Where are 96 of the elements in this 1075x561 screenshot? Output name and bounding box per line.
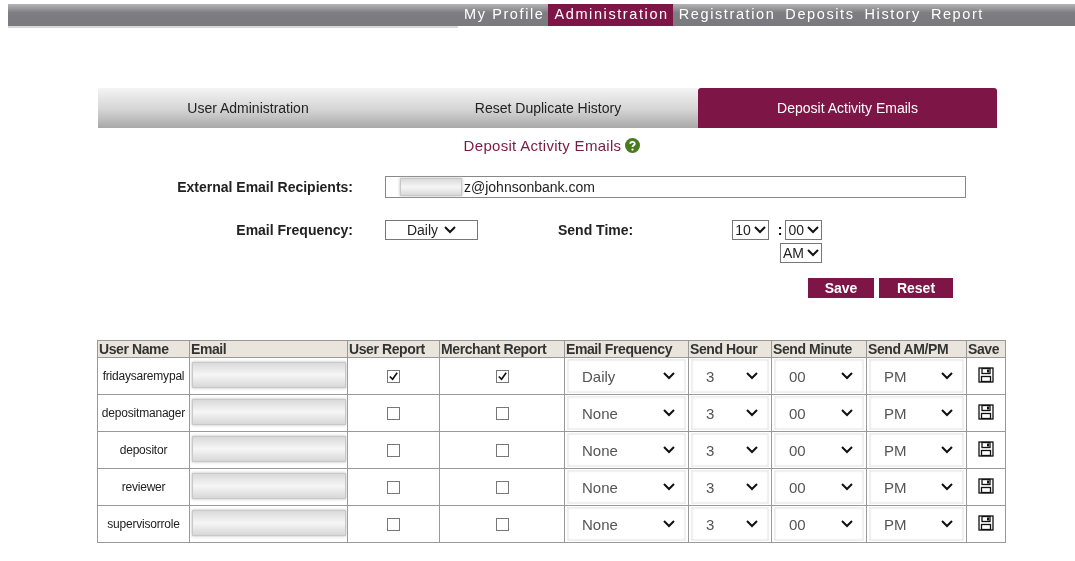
- checkbox[interactable]: [495, 518, 509, 532]
- section-title: Deposit Activity Emails: [463, 137, 622, 154]
- nav-item[interactable]: My Profile: [458, 4, 549, 26]
- nav-item[interactable]: Report: [924, 4, 988, 26]
- column-header: Send Minute: [771, 340, 867, 358]
- ampm-dropdown[interactable]: PM: [869, 396, 964, 430]
- frequency-dropdown[interactable]: None: [567, 470, 686, 504]
- ampm-dropdown[interactable]: PM: [869, 507, 964, 541]
- hour-dropdown[interactable]: 3: [691, 396, 769, 430]
- chevron-down-icon: [941, 409, 953, 417]
- save-icon[interactable]: [978, 440, 994, 457]
- tab[interactable]: Reset Duplicate History: [398, 88, 698, 128]
- save-button[interactable]: Save: [808, 278, 874, 298]
- tab[interactable]: User Administration: [98, 88, 398, 128]
- hour-dropdown[interactable]: 3: [691, 470, 769, 504]
- column-header: Email: [189, 340, 348, 358]
- chevron-down-icon: [444, 226, 457, 234]
- time-separator: :: [777, 222, 783, 238]
- chevron-down-icon: [663, 483, 675, 491]
- chevron-down-icon: [746, 372, 758, 380]
- column-header: Email Frequency: [564, 340, 689, 358]
- chevron-down-icon: [841, 483, 853, 491]
- chevron-down-icon: [663, 520, 675, 528]
- checkbox[interactable]: [387, 444, 400, 458]
- redaction-block: [400, 178, 462, 196]
- checkbox[interactable]: [387, 407, 400, 421]
- field-label: Send Time:: [558, 221, 635, 238]
- chevron-down-icon: [807, 249, 819, 257]
- chevron-down-icon: [746, 520, 758, 528]
- hour-dropdown[interactable]: 3: [691, 507, 769, 541]
- chevron-down-icon: [746, 446, 758, 454]
- frequency-dropdown[interactable]: Daily: [567, 359, 686, 393]
- column-header: Send AM/PM: [866, 340, 967, 358]
- checkbox[interactable]: [387, 370, 400, 384]
- nav-item[interactable]: Registration: [672, 4, 780, 26]
- save-icon[interactable]: [978, 366, 994, 383]
- frequency-dropdown[interactable]: None: [567, 507, 686, 541]
- checkbox[interactable]: [495, 444, 509, 458]
- hour-dropdown[interactable]: 3: [691, 433, 769, 467]
- ampm-dropdown[interactable]: PM: [869, 359, 964, 393]
- frequency-dropdown[interactable]: None: [567, 433, 686, 467]
- nav-item[interactable]: Administration: [548, 4, 673, 26]
- chevron-down-icon: [663, 372, 675, 380]
- chevron-down-icon: [941, 372, 953, 380]
- chevron-down-icon: [746, 409, 758, 417]
- save-icon[interactable]: [978, 403, 994, 420]
- hour-dropdown[interactable]: 10: [732, 220, 769, 240]
- ampm-dropdown[interactable]: PM: [869, 433, 964, 467]
- table-cell: reviewer: [97, 468, 190, 506]
- table-cell: supervisorrole: [97, 505, 190, 543]
- help-icon[interactable]: [625, 138, 641, 153]
- ampm-dropdown[interactable]: AM: [780, 243, 822, 263]
- table-cell: depositmanager: [97, 394, 190, 432]
- ampm-dropdown[interactable]: PM: [869, 470, 964, 504]
- column-header: User Report: [347, 340, 440, 358]
- input-field[interactable]: z@johnsonbank.com: [385, 176, 966, 198]
- checkbox[interactable]: [387, 481, 400, 495]
- minute-dropdown[interactable]: 00: [774, 433, 864, 467]
- hour-dropdown[interactable]: 3: [691, 359, 769, 393]
- frequency-dropdown[interactable]: None: [567, 396, 686, 430]
- minute-dropdown[interactable]: 00: [774, 470, 864, 504]
- chevron-down-icon: [841, 409, 853, 417]
- nav-item[interactable]: History: [858, 4, 925, 26]
- column-header: Merchant Report: [439, 340, 565, 358]
- chevron-down-icon: [663, 409, 675, 417]
- tab[interactable]: Deposit Activity Emails: [698, 88, 997, 128]
- chevron-down-icon: [941, 446, 953, 454]
- chevron-down-icon: [807, 226, 819, 234]
- chevron-down-icon: [663, 446, 675, 454]
- chevron-down-icon: [941, 520, 953, 528]
- reset-button[interactable]: Reset: [879, 278, 953, 298]
- field-label: Email Frequency:: [235, 221, 353, 238]
- chevron-down-icon: [841, 520, 853, 528]
- minute-dropdown[interactable]: 00: [774, 396, 864, 430]
- column-header: Send Hour: [688, 340, 772, 358]
- column-header: Save: [966, 340, 1006, 358]
- checkbox[interactable]: [495, 407, 509, 421]
- chevron-down-icon: [941, 483, 953, 491]
- checkbox[interactable]: [387, 518, 400, 532]
- chevron-down-icon: [841, 446, 853, 454]
- table-cell: fridaysaremypal: [97, 357, 190, 395]
- field-label: External Email Recipients:: [176, 179, 353, 195]
- table-cell: depositor: [97, 431, 190, 469]
- save-icon[interactable]: [978, 514, 994, 531]
- chevron-down-icon: [753, 226, 766, 234]
- checkbox[interactable]: [495, 481, 509, 495]
- frequency-dropdown[interactable]: Daily: [385, 220, 478, 240]
- chevron-down-icon: [841, 372, 853, 380]
- nav-item[interactable]: Deposits: [779, 4, 859, 26]
- minute-dropdown[interactable]: 00: [774, 359, 864, 393]
- chevron-down-icon: [746, 483, 758, 491]
- save-icon[interactable]: [978, 477, 994, 494]
- column-header: User Name: [97, 340, 190, 358]
- minute-dropdown[interactable]: 00: [785, 220, 822, 240]
- checkbox[interactable]: [495, 370, 509, 384]
- minute-dropdown[interactable]: 00: [774, 507, 864, 541]
